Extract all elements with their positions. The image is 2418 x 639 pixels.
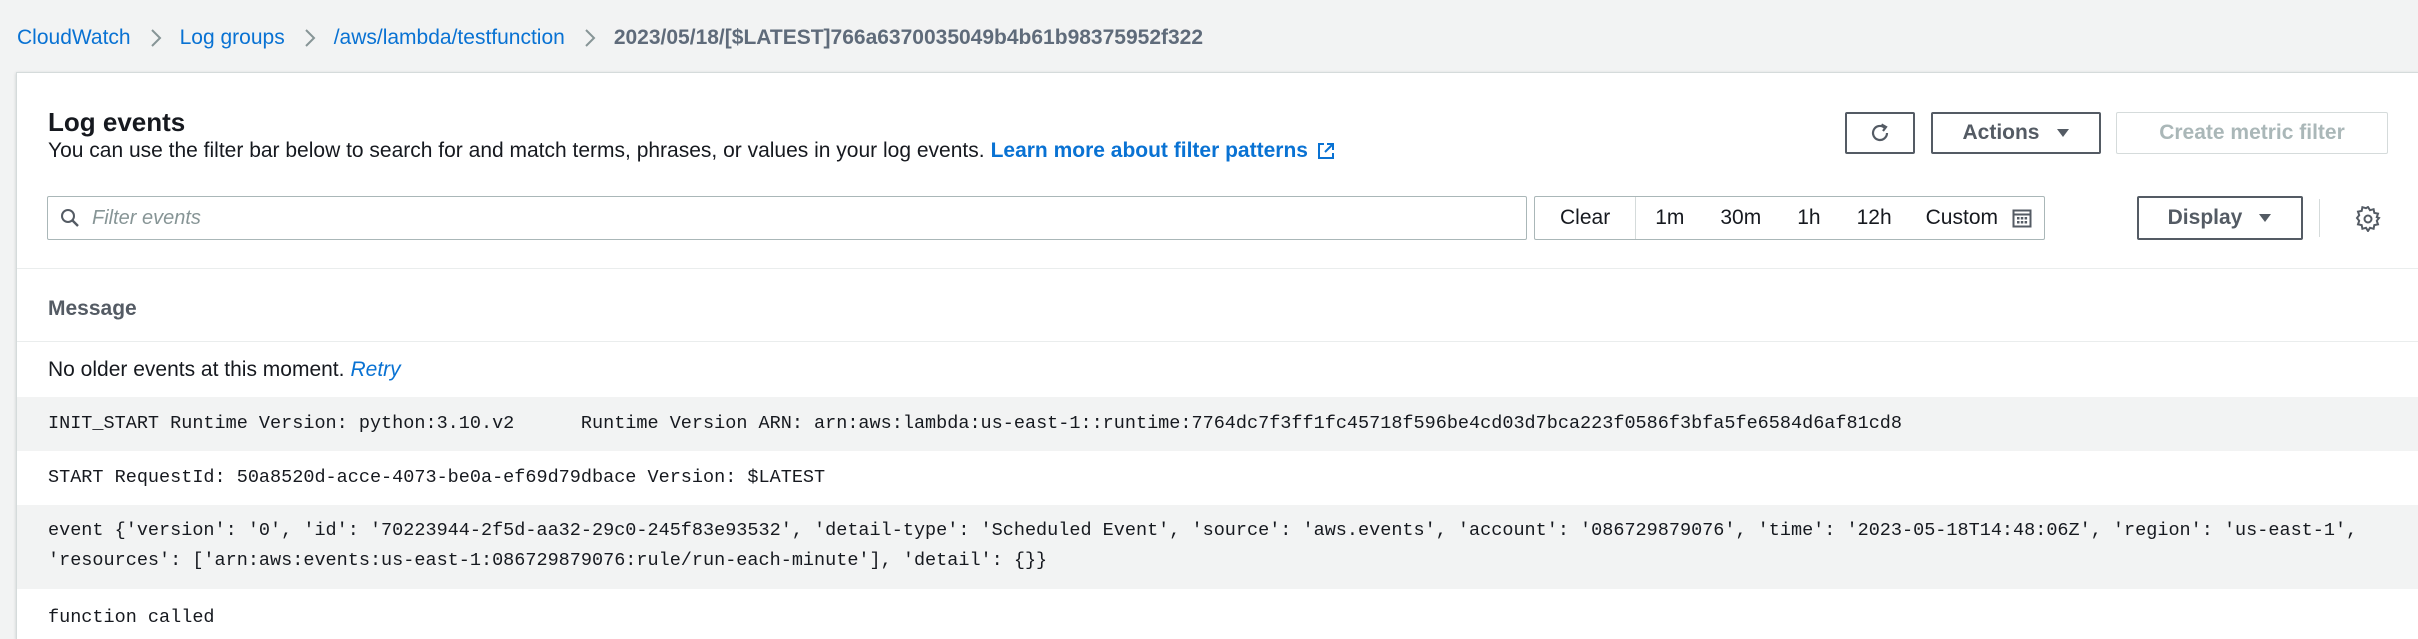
learn-more-link[interactable]: Learn more about filter patterns	[991, 137, 1335, 165]
caret-down-icon	[2056, 128, 2070, 138]
breadcrumb-cloudwatch[interactable]: CloudWatch	[17, 26, 131, 50]
learn-more-label: Learn more about filter patterns	[990, 139, 1308, 162]
log-events-panel: Log events You can use the filter bar be…	[16, 72, 2418, 639]
display-dropdown-button[interactable]: Display	[2137, 196, 2303, 240]
actions-dropdown-button[interactable]: Actions	[1931, 112, 2101, 154]
clear-time-range-button[interactable]: Clear	[1535, 197, 1637, 239]
refresh-button[interactable]	[1845, 112, 1915, 154]
time-range-1h[interactable]: 1h	[1779, 197, 1838, 239]
log-event-row[interactable]: event {'version': '0', 'id': '70223944-2…	[17, 505, 2418, 589]
calendar-icon	[2012, 208, 2032, 228]
filter-events-input[interactable]	[90, 198, 1526, 238]
breadcrumb-log-groups[interactable]: Log groups	[180, 26, 285, 50]
time-range-selector: Clear 1m 30m 1h 12h Custom	[1534, 196, 2045, 240]
log-message: START RequestId: 50a8520d-acce-4073-be0a…	[48, 467, 826, 488]
log-message-line: event {'version': '0', 'id': '70223944-2…	[48, 520, 2358, 541]
log-event-row[interactable]: START RequestId: 50a8520d-acce-4073-be0a…	[17, 451, 2418, 505]
refresh-icon	[1869, 122, 1891, 144]
time-range-30m[interactable]: 30m	[1702, 197, 1779, 239]
chevron-right-icon	[300, 28, 320, 48]
chevron-right-icon	[146, 28, 166, 48]
log-message: INIT_START Runtime Version: python:3.10.…	[48, 413, 1903, 434]
panel-title: Log events	[48, 107, 186, 137]
column-header-message[interactable]: Message	[48, 295, 137, 323]
chevron-right-icon	[580, 28, 600, 48]
breadcrumb-log-group[interactable]: /aws/lambda/testfunction	[334, 26, 565, 50]
divider	[17, 268, 2418, 269]
retry-link[interactable]: Retry	[350, 358, 400, 382]
time-range-1m[interactable]: 1m	[1636, 197, 1702, 239]
filter-events-field	[47, 196, 1527, 240]
settings-button[interactable]	[2355, 206, 2381, 232]
time-range-custom[interactable]: Custom	[1910, 197, 2044, 239]
divider	[2319, 199, 2320, 237]
external-link-icon	[1317, 142, 1335, 160]
log-message: event {'version': '0', 'id': '70223944-2…	[48, 516, 2357, 576]
no-older-events-row: No older events at this moment. Retry	[17, 342, 2418, 397]
log-event-row[interactable]: function called	[17, 589, 2418, 639]
time-range-12h[interactable]: 12h	[1839, 197, 1910, 239]
no-older-events-text: No older events at this moment.	[48, 357, 345, 381]
actions-label: Actions	[1962, 121, 2040, 144]
log-message-line: 'resources': ['arn:aws:events:us-east-1:…	[48, 550, 1048, 571]
gear-icon	[2355, 206, 2381, 232]
log-event-row[interactable]: INIT_START Runtime Version: python:3.10.…	[17, 397, 2418, 451]
breadcrumb-current-stream: 2023/05/18/[$LATEST]766a6370035049b4b61b…	[613, 26, 1204, 49]
panel-description: You can use the filter bar below to sear…	[48, 137, 1335, 165]
create-metric-filter-button[interactable]: Create metric filter	[2116, 112, 2388, 154]
description-text: You can use the filter bar below to sear…	[48, 139, 985, 162]
custom-label: Custom	[1925, 206, 1998, 229]
search-icon	[60, 208, 80, 228]
log-message: function called	[48, 607, 215, 628]
display-label: Display	[2167, 206, 2243, 229]
breadcrumb: CloudWatch Log groups /aws/lambda/testfu…	[17, 24, 1203, 52]
caret-down-icon	[2258, 213, 2272, 223]
